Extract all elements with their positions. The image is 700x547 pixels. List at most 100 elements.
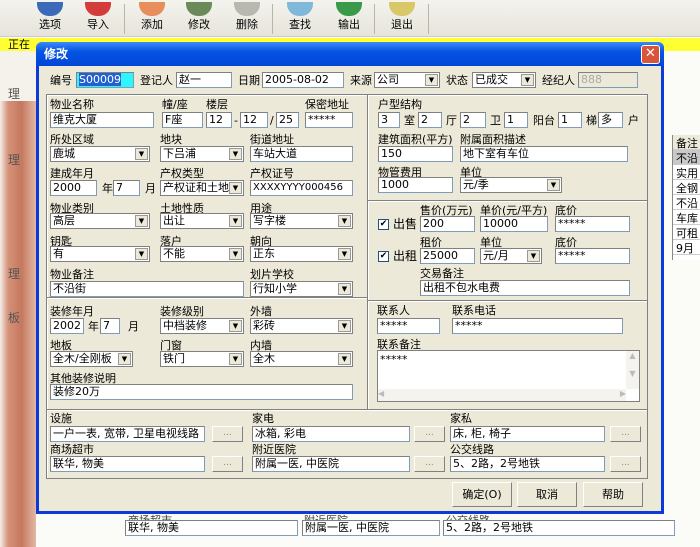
chevron-down-icon[interactable]: ▼ bbox=[135, 215, 148, 227]
school-select[interactable]: 行知小学 ▼ bbox=[250, 281, 353, 297]
status-select[interactable]: 已成交 ▼ bbox=[472, 72, 536, 88]
bus-field[interactable]: 5、2路，2号地铁 bbox=[450, 456, 605, 472]
chevron-down-icon[interactable]: ▼ bbox=[338, 215, 351, 227]
contact-phone-field[interactable]: ***** bbox=[452, 318, 623, 334]
property-note-label: 物业备注 bbox=[50, 268, 94, 281]
chevron-down-icon[interactable]: ▼ bbox=[229, 353, 242, 365]
rent-price-field[interactable]: 25000 bbox=[420, 248, 475, 264]
rent-unit-select[interactable]: 元/月 ▼ bbox=[480, 248, 542, 264]
chevron-down-icon[interactable]: ▼ bbox=[521, 74, 534, 86]
halls-field[interactable]: 2 bbox=[418, 112, 442, 128]
sale-label: 出售 bbox=[393, 217, 418, 231]
mall-field[interactable]: 联华, 物美 bbox=[50, 456, 205, 472]
sale-floor-price-field[interactable]: ***** bbox=[555, 216, 630, 232]
chevron-down-icon[interactable]: ▼ bbox=[135, 148, 148, 160]
rent-floor-price-field[interactable]: ***** bbox=[555, 248, 630, 264]
window-select[interactable]: 铁门 ▼ bbox=[160, 351, 244, 367]
registrar-field[interactable]: 赵一 bbox=[176, 72, 232, 88]
unit-price-field[interactable]: 10000 bbox=[480, 216, 548, 232]
chevron-down-icon[interactable]: ▼ bbox=[229, 248, 242, 260]
street-label: 街道地址 bbox=[250, 133, 294, 146]
fee-unit-select[interactable]: 元/季 ▼ bbox=[460, 177, 562, 193]
facing-select[interactable]: 正东 ▼ bbox=[250, 246, 353, 262]
balcony-field[interactable]: 1 bbox=[504, 112, 528, 128]
chevron-down-icon[interactable]: ▼ bbox=[338, 283, 351, 295]
mall-more-button[interactable]: ... bbox=[212, 456, 243, 472]
vertical-scrollbar[interactable]: ▲ ▼ bbox=[626, 351, 639, 389]
check-icon: ✔ bbox=[379, 251, 388, 261]
hospital-field[interactable]: 附属一医, 中医院 bbox=[252, 456, 410, 472]
floor-to-field[interactable]: 12 bbox=[240, 112, 268, 128]
bus-more-button[interactable]: ... bbox=[610, 456, 641, 472]
chevron-down-icon[interactable]: ▼ bbox=[338, 353, 351, 365]
appliances-label: 家电 bbox=[252, 412, 274, 425]
hospital-more-button[interactable]: ... bbox=[414, 456, 445, 472]
secret-address-field[interactable]: ***** bbox=[305, 112, 353, 128]
decoration-month-field[interactable]: 7 bbox=[100, 318, 120, 334]
property-note-field[interactable]: 不沿街 bbox=[50, 281, 244, 297]
facilities-field[interactable]: 一户一表, 宽带, 卫星电视线路 bbox=[50, 426, 205, 442]
source-select[interactable]: 公司 ▼ bbox=[374, 72, 440, 88]
category-select[interactable]: 高层 ▼ bbox=[50, 213, 150, 229]
hukou-select[interactable]: 不能 ▼ bbox=[160, 246, 244, 262]
chevron-down-icon[interactable]: ▼ bbox=[229, 215, 242, 227]
property-name-field[interactable]: 维克大厦 bbox=[50, 112, 154, 128]
households-field[interactable]: 多 bbox=[598, 112, 623, 128]
trade-note-field[interactable]: 出租不包水电费 bbox=[420, 280, 630, 296]
chevron-down-icon[interactable]: ▼ bbox=[229, 148, 242, 160]
block-select[interactable]: 下吕浦 ▼ bbox=[160, 146, 244, 162]
furniture-field[interactable]: 床, 柜, 椅子 bbox=[450, 426, 605, 442]
chevron-down-icon[interactable]: ▼ bbox=[135, 248, 148, 260]
use-select[interactable]: 写字楼 ▼ bbox=[250, 213, 353, 229]
chevron-down-icon[interactable]: ▼ bbox=[425, 74, 438, 86]
furniture-more-button[interactable]: ... bbox=[610, 426, 641, 442]
land-select[interactable]: 出让 ▼ bbox=[160, 213, 244, 229]
key-select[interactable]: 有 ▼ bbox=[50, 246, 150, 262]
title-type-select[interactable]: 产权证和土地证 ▼ bbox=[160, 180, 244, 196]
ok-button[interactable]: 确定(O) bbox=[452, 482, 512, 507]
chevron-down-icon[interactable]: ▼ bbox=[547, 179, 560, 191]
floor-from-field[interactable]: 12 bbox=[206, 112, 232, 128]
chevron-down-icon[interactable]: ▼ bbox=[338, 320, 351, 332]
property-fee-field[interactable]: 1000 bbox=[378, 177, 453, 193]
outer-wall-value: 彩砖 bbox=[253, 319, 275, 332]
built-month-field[interactable]: 7 bbox=[113, 180, 140, 196]
baths-field[interactable]: 2 bbox=[460, 112, 486, 128]
appliances-field[interactable]: 冰箱, 彩电 bbox=[252, 426, 410, 442]
inner-wall-select[interactable]: 全木 ▼ bbox=[250, 351, 353, 367]
other-decoration-field[interactable]: 装修20万 bbox=[50, 384, 353, 400]
sale-price-field[interactable]: 200 bbox=[420, 216, 475, 232]
date-field[interactable]: 2005-08-02 bbox=[262, 72, 344, 88]
chevron-down-icon[interactable]: ▼ bbox=[229, 320, 242, 332]
contact-note-textarea[interactable]: ***** ▲ ▼ ◀ ▶ bbox=[377, 350, 640, 402]
floor-type-value: 全木/全刚板 bbox=[53, 352, 112, 365]
building-area-field[interactable]: 150 bbox=[378, 146, 453, 162]
area-select[interactable]: 鹿城 ▼ bbox=[50, 146, 150, 162]
window-value: 铁门 bbox=[163, 352, 185, 365]
decoration-year-field[interactable]: 2002 bbox=[50, 318, 84, 334]
chevron-down-icon[interactable]: ▼ bbox=[338, 248, 351, 260]
contact-person-field[interactable]: ***** bbox=[377, 318, 440, 334]
sale-checkbox[interactable]: ✔ bbox=[378, 219, 389, 230]
rooms-field[interactable]: 3 bbox=[378, 112, 400, 128]
help-button[interactable]: 帮助 bbox=[583, 482, 643, 507]
built-year-field[interactable]: 2000 bbox=[50, 180, 97, 196]
id-field[interactable]: S00009 bbox=[76, 72, 134, 88]
facilities-more-button[interactable]: ... bbox=[212, 426, 243, 442]
floor-type-select[interactable]: 全木/全刚板 ▼ bbox=[50, 351, 133, 367]
building-field[interactable]: F座 bbox=[162, 112, 203, 128]
appliances-more-button[interactable]: ... bbox=[414, 426, 445, 442]
cancel-button[interactable]: 取消 bbox=[517, 482, 577, 507]
rent-checkbox[interactable]: ✔ bbox=[378, 251, 389, 262]
horizontal-scrollbar[interactable]: ◀ ▶ bbox=[378, 389, 626, 401]
chevron-down-icon[interactable]: ▼ bbox=[118, 353, 131, 365]
extra-area-field[interactable]: 地下室有车位 bbox=[460, 146, 628, 162]
stairs-field[interactable]: 1 bbox=[558, 112, 582, 128]
outer-wall-select[interactable]: 彩砖 ▼ bbox=[250, 318, 353, 334]
decoration-level-select[interactable]: 中档装修 ▼ bbox=[160, 318, 244, 334]
chevron-down-icon[interactable]: ▼ bbox=[527, 250, 540, 262]
title-no-field[interactable]: XXXXYYYY000456 bbox=[250, 180, 353, 196]
floor-total-field[interactable]: 25 bbox=[276, 112, 299, 128]
chevron-down-icon[interactable]: ▼ bbox=[229, 182, 242, 194]
street-field[interactable]: 车站大道 bbox=[250, 146, 353, 162]
